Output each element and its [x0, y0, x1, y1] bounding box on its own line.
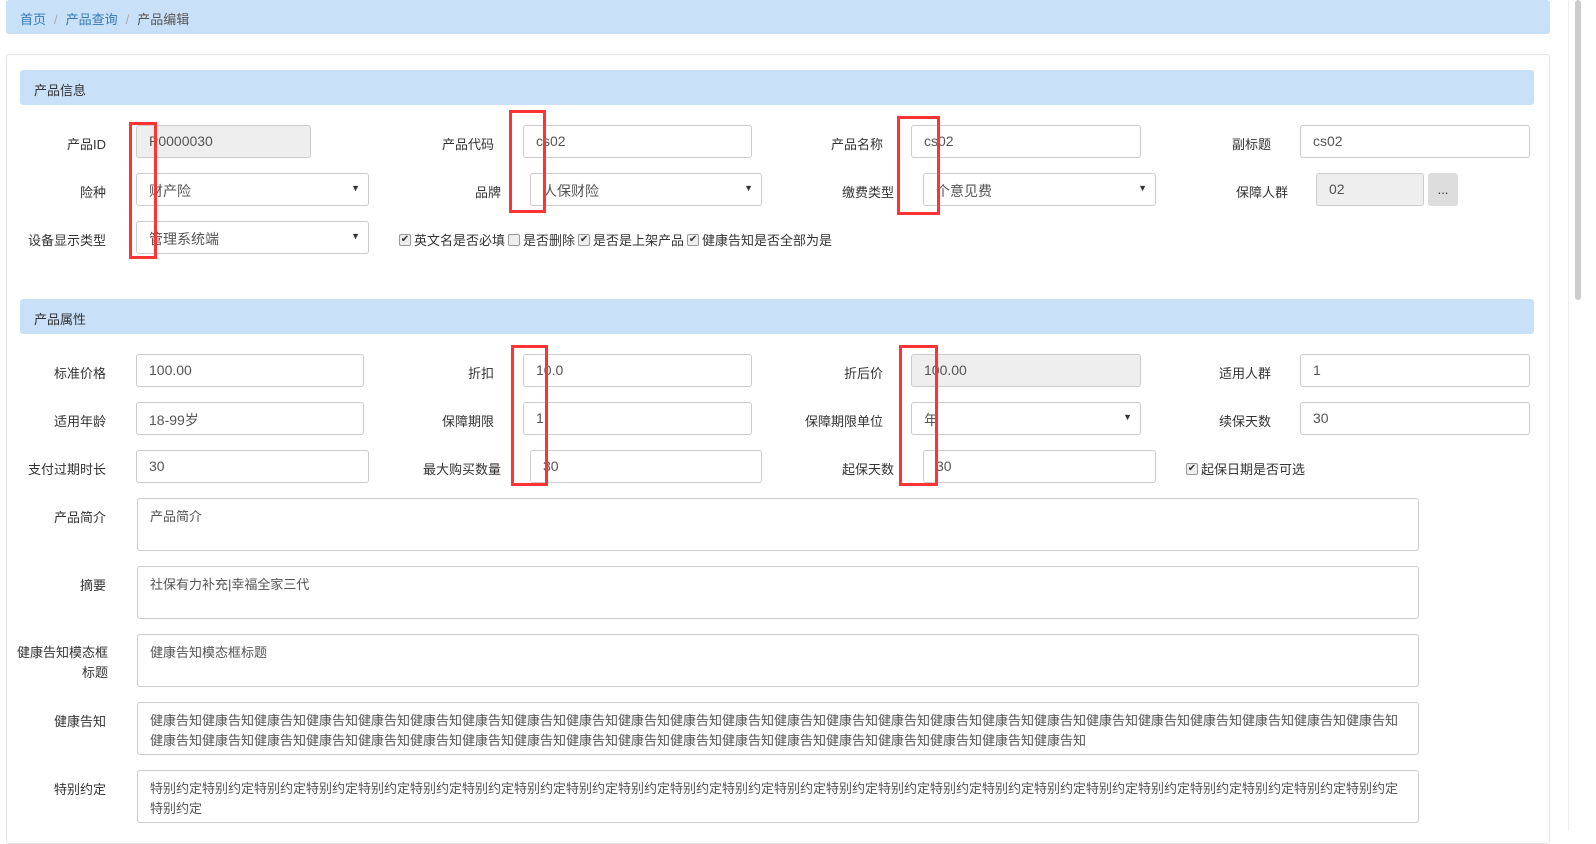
checkbox-group: ✔ 英文名是否必填 是否删除 ✔ 是否是上架产品 ✔ 健康告知是否全部为是	[399, 230, 832, 249]
label-period-unit: 保障期限单位	[804, 414, 883, 429]
period-field[interactable]: 1	[523, 402, 752, 435]
discount-field[interactable]: 10.0	[523, 354, 752, 387]
checkbox-deleted[interactable]	[508, 233, 521, 246]
label-summary: 摘要	[79, 578, 106, 593]
fee-type-select[interactable]: 个意见费	[923, 173, 1156, 206]
checkbox-label: 是否删除	[523, 233, 576, 248]
breadcrumb-home[interactable]: 首页	[20, 12, 46, 27]
checkbox-on-shelf[interactable]: ✔	[578, 233, 591, 246]
label-discount: 折扣	[467, 366, 494, 381]
renew-days-field[interactable]: 30	[1300, 402, 1530, 435]
brand-select[interactable]: 人保财险	[530, 173, 762, 206]
label-start-days: 起保天数	[841, 462, 894, 477]
label-period: 保障期限	[441, 414, 494, 429]
label-product-id: 产品ID	[66, 137, 106, 152]
product-code-field[interactable]: cs02	[523, 125, 752, 158]
device-type-select[interactable]: 管理系统端	[136, 221, 369, 254]
start-date-optional: ✔ 起保日期是否可选	[1186, 459, 1305, 478]
summary-textarea[interactable]: 社保有力补充|幸福全家三代	[137, 566, 1419, 619]
section-product-attributes: 产品属性	[20, 299, 1534, 334]
label-renew-days: 续保天数	[1218, 414, 1271, 429]
label-product-name: 产品名称	[830, 137, 883, 152]
label-insured-group: 保障人群	[1235, 185, 1288, 200]
label-health-title: 健康告知模态框标题	[16, 645, 108, 680]
health-textarea[interactable]: 健康告知健康告知健康告知健康告知健康告知健康告知健康告知健康告知健康告知健康告知…	[137, 702, 1419, 755]
max-qty-field[interactable]: 30	[530, 450, 762, 483]
applicable-group-field[interactable]: 1	[1300, 354, 1530, 387]
label-max-qty: 最大购买数量	[422, 462, 501, 477]
scrollbar[interactable]	[1568, 0, 1596, 831]
start-days-field[interactable]: 30	[923, 450, 1156, 483]
insurance-type-select[interactable]: 财产险	[136, 173, 369, 206]
scrollbar-thumb[interactable]	[1575, 0, 1581, 300]
breadcrumb-current: 产品编辑	[137, 12, 190, 27]
period-unit-select[interactable]: 年	[911, 402, 1141, 435]
checkbox-label: 健康告知是否全部为是	[702, 233, 833, 248]
checkbox-start-date-optional[interactable]: ✔	[1186, 462, 1198, 475]
label-pay-expire: 支付过期时长	[27, 462, 106, 477]
label-health: 健康告知	[53, 714, 106, 729]
label-special: 特别约定	[53, 782, 106, 797]
section-product-info: 产品信息	[20, 70, 1534, 105]
label-discounted-price: 折后价	[843, 366, 883, 381]
checkbox-english-name-required[interactable]: ✔	[399, 233, 411, 246]
label-subtitle: 副标题	[1231, 137, 1271, 152]
product-id-field[interactable]: P0000030	[136, 125, 311, 158]
insured-group-field[interactable]: 02	[1316, 173, 1424, 206]
label-std-price: 标准价格	[53, 366, 106, 381]
breadcrumb: 首页 / 产品查询 / 产品编辑	[6, 0, 1550, 34]
discounted-price-field[interactable]: 100.00	[911, 354, 1141, 387]
label-brand: 品牌	[474, 185, 501, 200]
label-device-type: 设备显示类型	[27, 233, 106, 248]
checkbox-health-all-yes[interactable]: ✔	[687, 233, 700, 246]
breadcrumb-product-query[interactable]: 产品查询	[66, 12, 118, 27]
age-field[interactable]: 18-99岁	[136, 402, 364, 435]
label-fee-type: 缴费类型	[841, 185, 894, 200]
label-product-code: 产品代码	[441, 137, 494, 152]
checkbox-label: 起保日期是否可选	[1201, 462, 1306, 477]
checkbox-label: 是否是上架产品	[593, 233, 685, 248]
special-textarea[interactable]: 特别约定特别约定特别约定特别约定特别约定特别约定特别约定特别约定特别约定特别约定…	[137, 770, 1419, 823]
health-title-textarea[interactable]: 健康告知模态框标题	[137, 634, 1419, 687]
checkbox-label: 英文名是否必填	[414, 233, 506, 248]
intro-textarea[interactable]: 产品简介	[137, 498, 1419, 551]
label-applicable-group: 适用人群	[1218, 366, 1271, 381]
insured-group-picker-button[interactable]: ...	[1428, 173, 1458, 206]
std-price-field[interactable]: 100.00	[136, 354, 364, 387]
label-intro: 产品简介	[53, 510, 106, 525]
pay-expire-field[interactable]: 30	[136, 450, 369, 483]
subtitle-field[interactable]: cs02	[1300, 125, 1530, 158]
label-insurance-type: 险种	[79, 185, 106, 200]
product-name-field[interactable]: cs02	[911, 125, 1141, 158]
label-age: 适用年龄	[53, 414, 106, 429]
